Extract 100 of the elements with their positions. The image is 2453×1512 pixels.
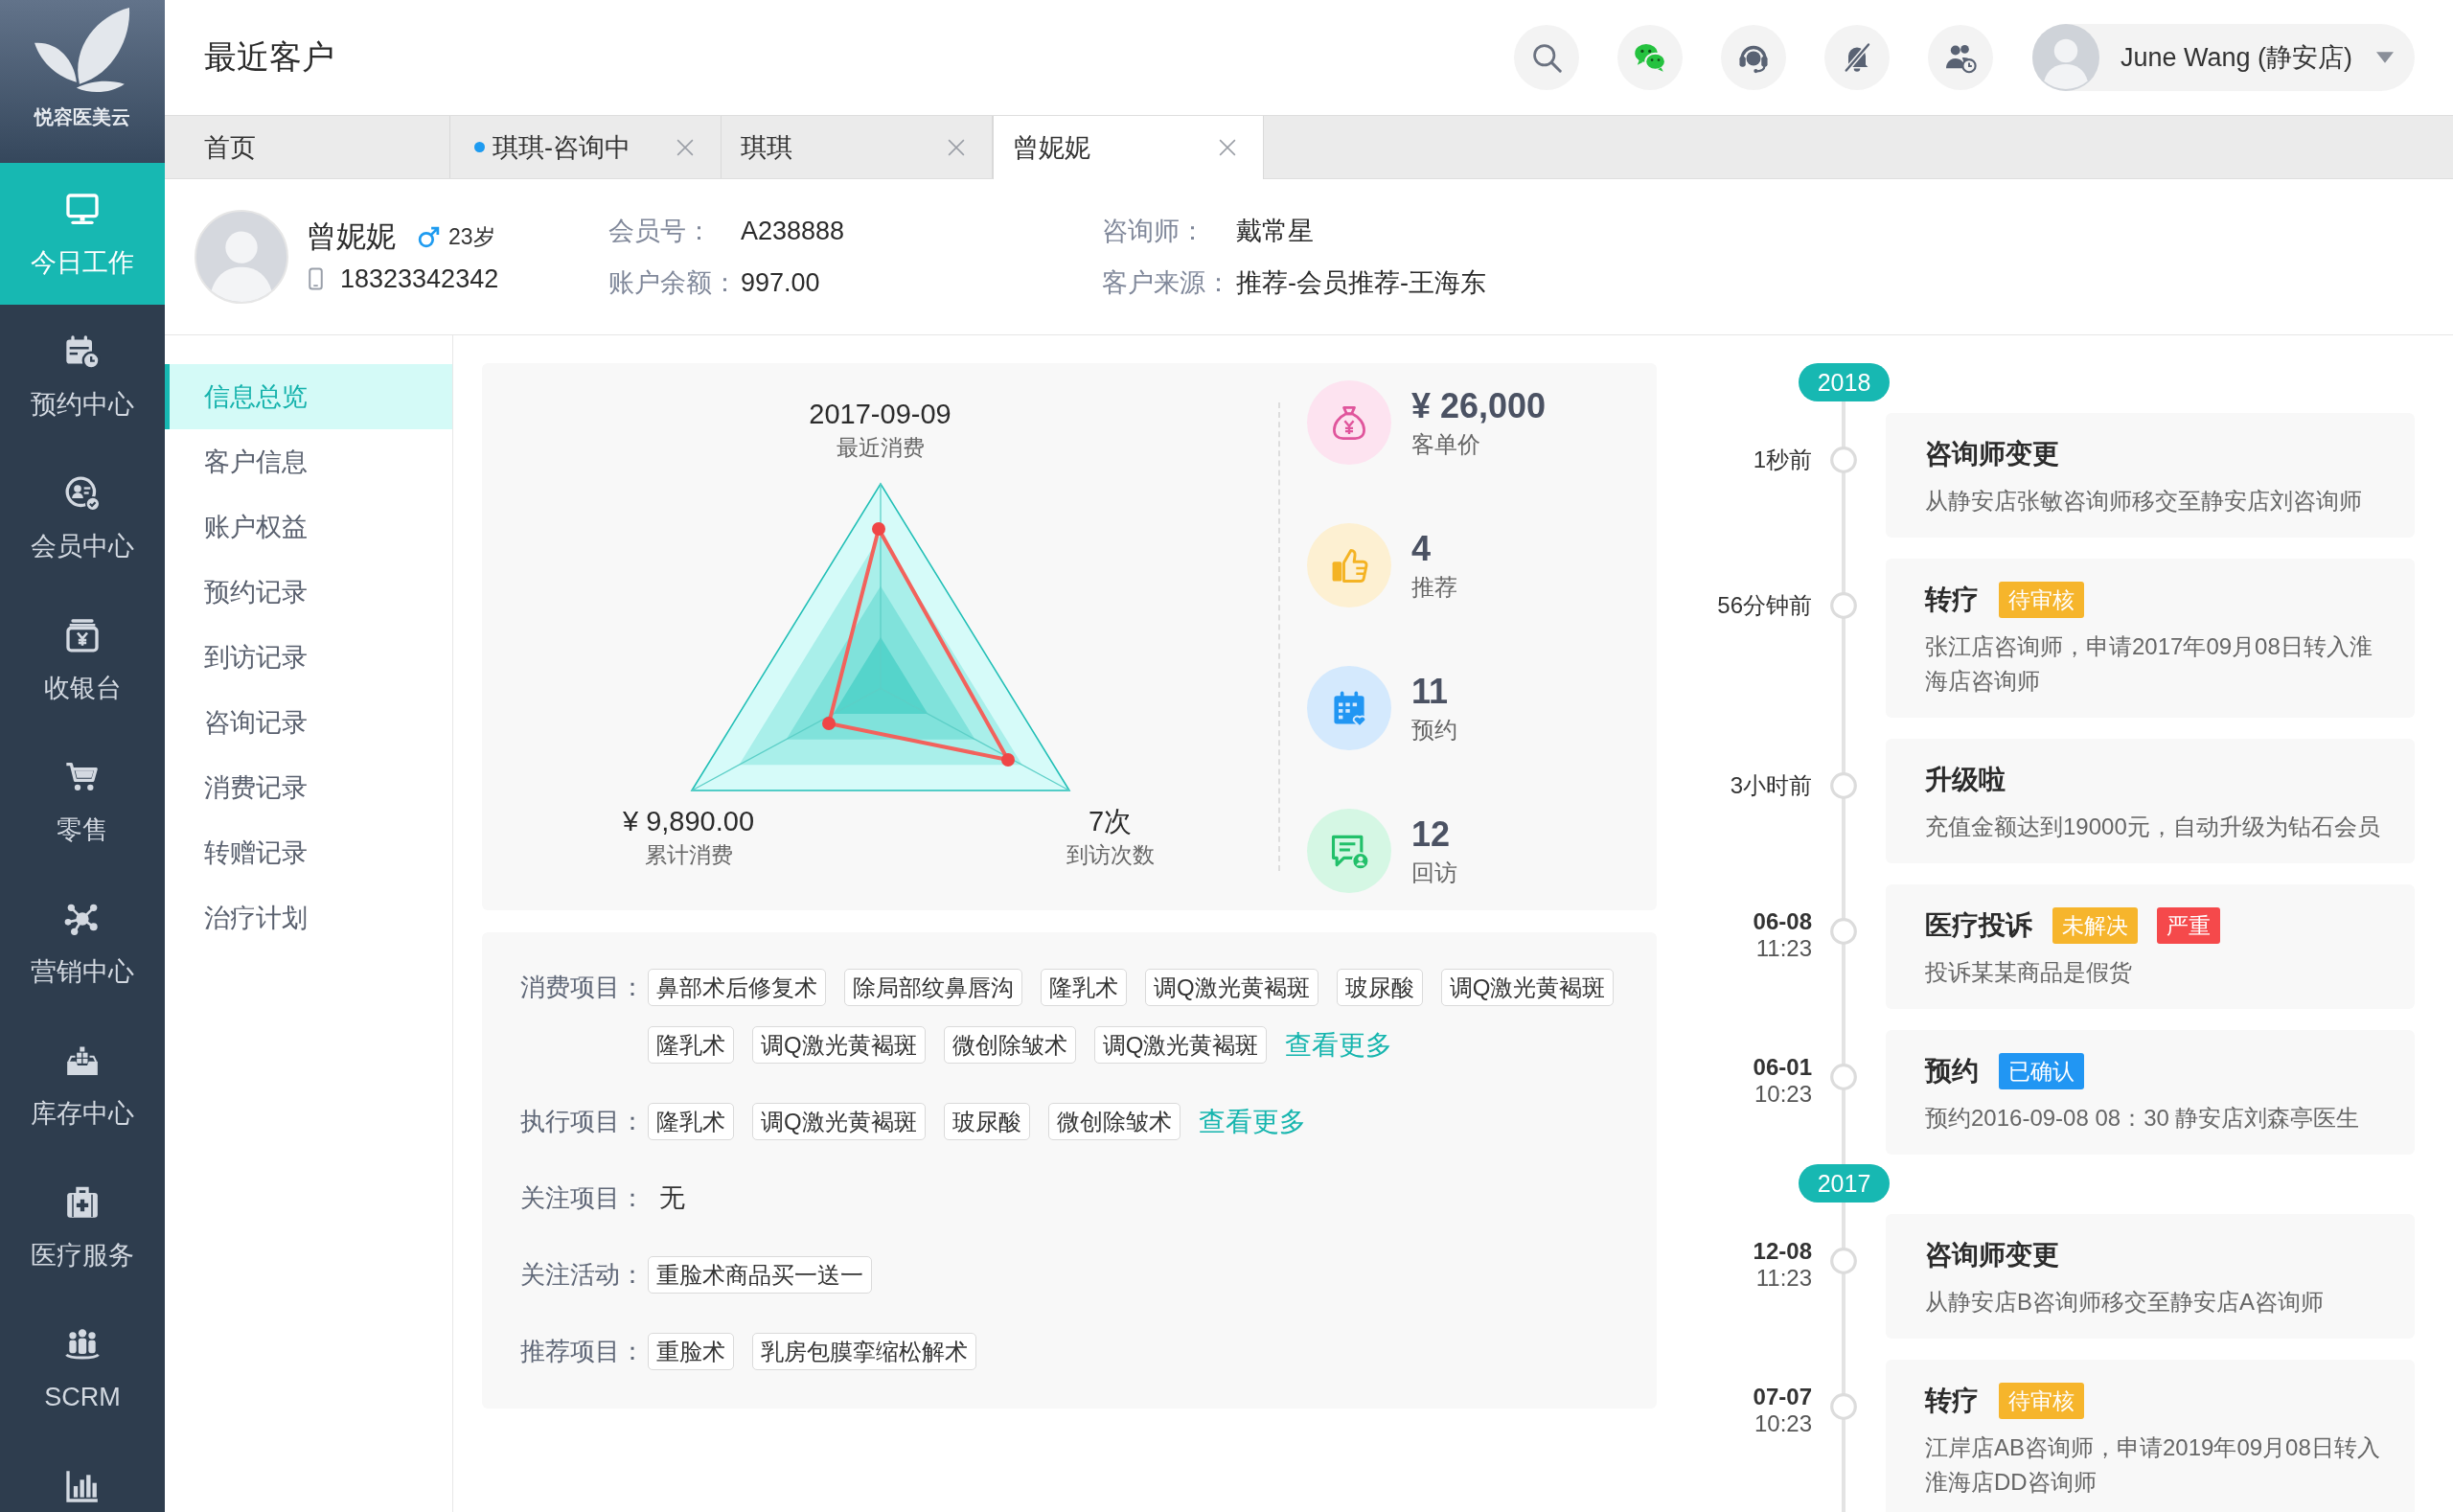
status-badge: 待审核 bbox=[1999, 582, 2084, 618]
avatar-icon bbox=[2032, 24, 2099, 91]
project-tag: 乳房包膜挛缩松解术 bbox=[752, 1333, 976, 1370]
project-tag: 玻尿酸 bbox=[1336, 969, 1423, 1006]
event-date: 07-07 bbox=[1753, 1384, 1812, 1410]
project-tag: 鼻部术后修复术 bbox=[648, 969, 826, 1006]
person-check-icon bbox=[63, 474, 102, 513]
timeline-node-icon bbox=[1830, 447, 1857, 473]
nav-item[interactable]: 收银台 bbox=[0, 588, 165, 730]
score-point bbox=[821, 717, 836, 730]
nav-item[interactable]: SCRM bbox=[0, 1297, 165, 1439]
submenu-item[interactable]: 转赠记录 bbox=[165, 820, 452, 885]
score-point bbox=[1000, 753, 1015, 767]
event-title: 转疗 bbox=[1925, 1385, 1979, 1417]
nav-item[interactable]: 预约中心 bbox=[0, 305, 165, 447]
field-label: 咨询师： bbox=[1102, 216, 1206, 247]
project-tag: 调Q激光黄褐斑 bbox=[1093, 1026, 1268, 1064]
row-value: 无 bbox=[659, 1182, 685, 1214]
submenu-item[interactable]: 客户信息 bbox=[165, 429, 452, 494]
project-tag: 玻尿酸 bbox=[943, 1103, 1030, 1140]
row-label: 推荐项目： bbox=[520, 1336, 646, 1367]
submenu-item[interactable]: 预约记录 bbox=[165, 560, 452, 625]
event-title: 升级啦 bbox=[1925, 764, 2006, 796]
stat-label: 客单价 bbox=[1411, 430, 1481, 459]
project-tag: 重脸术 bbox=[648, 1333, 734, 1370]
axis-value: ¥ 9,890.00 bbox=[622, 806, 755, 836]
close-icon[interactable] bbox=[1219, 139, 1236, 156]
user-menu-button[interactable]: June Wang (静安店) bbox=[2032, 24, 2415, 91]
event-time-ago: 1秒前 bbox=[1753, 446, 1812, 474]
tab[interactable]: 琪琪-咨询中 bbox=[450, 116, 722, 178]
chat-person-icon bbox=[1307, 809, 1391, 893]
timeline-node-icon bbox=[1830, 918, 1857, 945]
nav-item[interactable]: 医疗服务 bbox=[0, 1156, 165, 1297]
cash-box-icon bbox=[63, 616, 102, 654]
timeline-node-icon bbox=[1830, 592, 1857, 619]
event-title: 咨询师变更 bbox=[1925, 438, 2059, 470]
project-tag: 除局部纹鼻唇沟 bbox=[844, 969, 1022, 1006]
tab[interactable]: 曾妮妮 bbox=[993, 116, 1264, 179]
year-badge: 2018 bbox=[1799, 363, 1890, 401]
submenu-item[interactable]: 到访记录 bbox=[165, 625, 452, 690]
event-title: 预约 bbox=[1925, 1055, 1979, 1088]
stat-label: 预约 bbox=[1411, 716, 1457, 745]
event-description: 张江店咨询师，申请2017年09月08日转入淮海店咨询师 bbox=[1925, 632, 2373, 696]
stat-value: 4 bbox=[1411, 529, 1433, 569]
submenu-item[interactable]: 咨询记录 bbox=[165, 690, 452, 755]
axis-label: 到访次数 bbox=[1066, 841, 1155, 869]
project-tag: 微创除皱术 bbox=[1047, 1103, 1181, 1140]
axis-value: 7次 bbox=[1088, 806, 1133, 836]
project-tag: 隆乳术 bbox=[648, 1103, 734, 1140]
stat-value: ¥ 26,000 bbox=[1411, 386, 1547, 426]
submenu-item[interactable]: 消费记录 bbox=[165, 755, 452, 820]
nav-item[interactable]: 营销中心 bbox=[0, 872, 165, 1014]
stat-value: 12 bbox=[1411, 814, 1452, 855]
submenu-item[interactable]: 治疗计划 bbox=[165, 885, 452, 951]
phone-number: 18323342342 bbox=[340, 263, 499, 294]
page-title: 最近客户 bbox=[204, 37, 334, 77]
event-time: 11:23 bbox=[1755, 935, 1812, 962]
event-date: 06-08 bbox=[1753, 908, 1812, 935]
event-description: 从静安店B咨询师移交至静安店A咨询师 bbox=[1925, 1288, 2325, 1317]
field-label: 客户来源： bbox=[1102, 267, 1232, 299]
event-time-ago: 3小时前 bbox=[1730, 771, 1812, 800]
row-label: 消费项目： bbox=[520, 972, 646, 1003]
score-point bbox=[871, 522, 885, 536]
row-label: 关注活动： bbox=[520, 1259, 646, 1291]
year-badge: 2017 bbox=[1799, 1164, 1890, 1203]
phone-icon bbox=[309, 267, 323, 290]
logo-text: 悦容医美云 bbox=[34, 105, 130, 128]
submenu-item[interactable]: 账户权益 bbox=[165, 494, 452, 560]
status-badge: 已确认 bbox=[1999, 1053, 2084, 1089]
status-badge: 严重 bbox=[2157, 907, 2220, 944]
customer-age: 23岁 bbox=[448, 222, 495, 251]
field-label: 会员号： bbox=[608, 216, 713, 247]
nav-item[interactable]: 库存中心 bbox=[0, 1014, 165, 1156]
timeline-node-icon bbox=[1830, 1248, 1857, 1274]
event-title: 咨询师变更 bbox=[1925, 1239, 2059, 1271]
event-title: 转疗 bbox=[1925, 584, 1979, 616]
axis-label: 最近消费 bbox=[836, 434, 925, 462]
axis-value: 2017-09-09 bbox=[809, 399, 951, 429]
status-badge: 未解决 bbox=[2052, 907, 2138, 944]
customer-name: 曾妮妮 bbox=[307, 218, 396, 255]
tab[interactable]: 首页 bbox=[165, 116, 450, 178]
nav-item[interactable]: 会员中心 bbox=[0, 447, 165, 588]
event-time: 11:23 bbox=[1755, 1265, 1812, 1292]
project-tag: 隆乳术 bbox=[1041, 969, 1127, 1006]
field-label: 账户余额： bbox=[608, 267, 739, 299]
stat-label: 推荐 bbox=[1411, 573, 1457, 602]
event-time: 10:23 bbox=[1754, 1410, 1812, 1437]
stat-value: 11 bbox=[1411, 672, 1450, 712]
event-description: 预约2016-09-08 08：30 静安店刘森亭医生 bbox=[1925, 1104, 2361, 1133]
row-label: 关注项目： bbox=[520, 1182, 646, 1214]
avatar-icon bbox=[195, 210, 288, 304]
axis-label: 累计消费 bbox=[644, 841, 733, 869]
event-description: 投诉某某商品是假货 bbox=[1925, 958, 2133, 987]
timeline-node-icon bbox=[1830, 1393, 1857, 1420]
caret-icon bbox=[2376, 52, 2394, 63]
nav-item[interactable]: 零售 bbox=[0, 730, 165, 872]
calendar-clock-icon bbox=[63, 332, 102, 371]
thumbs-up-icon bbox=[1307, 523, 1391, 607]
event-date: 06-01 bbox=[1753, 1054, 1812, 1081]
event-date: 12-08 bbox=[1753, 1238, 1812, 1265]
